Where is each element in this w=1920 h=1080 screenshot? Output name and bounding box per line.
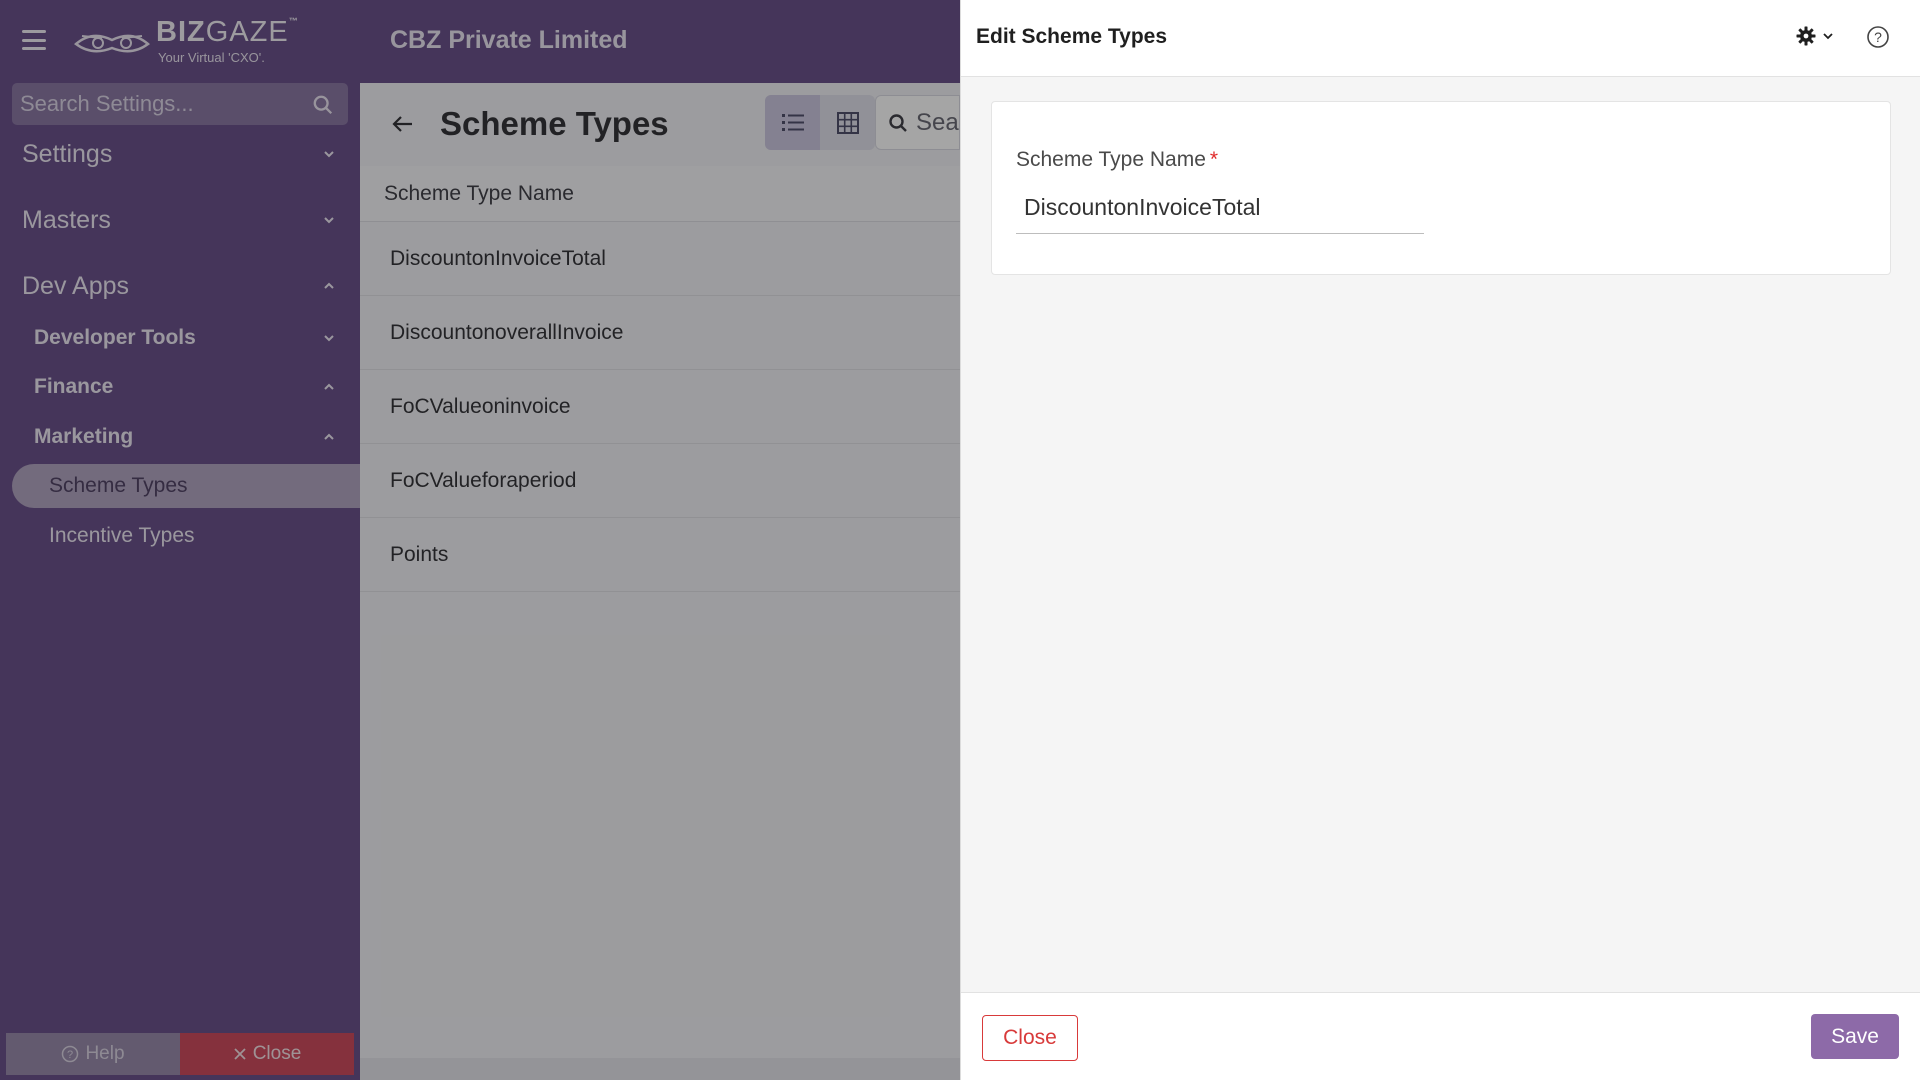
save-button[interactable]: Save	[1811, 1014, 1899, 1059]
scheme-type-form: Scheme Type Name *	[991, 101, 1891, 275]
scheme-type-name-label: Scheme Type Name *	[1016, 148, 1219, 171]
edit-scheme-types-panel: Edit Scheme Types ? Scheme Type Name * D…	[960, 0, 1920, 1080]
chevron-down-icon	[1823, 33, 1833, 40]
panel-title: Edit Scheme Types	[976, 25, 1168, 48]
gear-icon	[1796, 26, 1816, 46]
close-button[interactable]: Close	[982, 1015, 1078, 1061]
scheme-type-name-input[interactable]	[1016, 182, 1424, 234]
svg-text:?: ?	[1874, 29, 1882, 45]
panel-header: Edit Scheme Types ?	[961, 0, 1920, 77]
required-asterisk: *	[1209, 148, 1219, 171]
help-circle-icon[interactable]: ?	[1865, 24, 1891, 50]
modal-backdrop[interactable]	[0, 0, 960, 1080]
panel-footer: Close Save	[961, 992, 1920, 1080]
panel-settings-dropdown[interactable]	[1796, 26, 1834, 46]
